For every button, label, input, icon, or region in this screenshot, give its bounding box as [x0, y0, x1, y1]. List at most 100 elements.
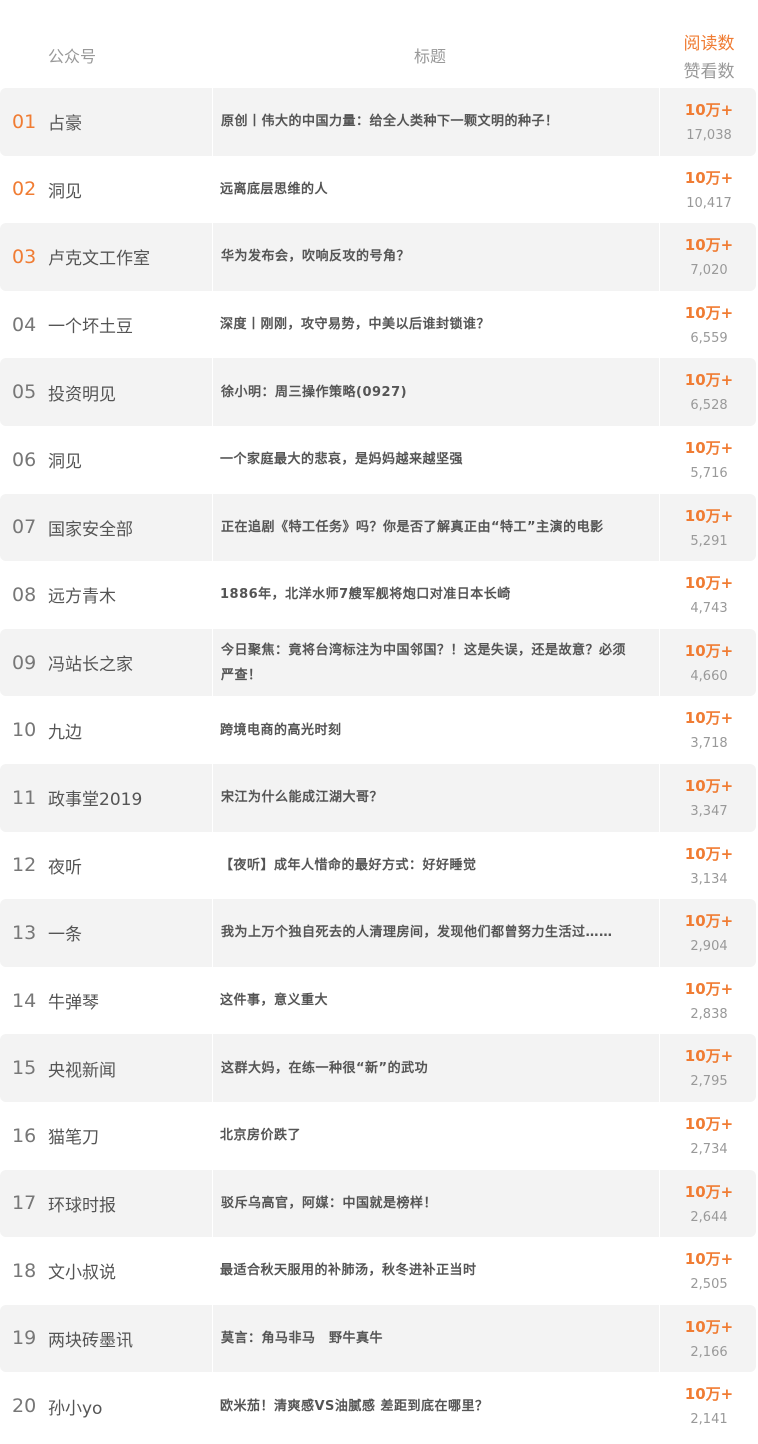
column-header-reads[interactable]: 阅读数: [670, 29, 748, 54]
title-cell: 最适合秋天服用的补肺汤，秋冬进补正当时: [212, 1237, 660, 1305]
read-count: 10万+: [684, 1047, 734, 1066]
account-name[interactable]: 两块砖墨讯: [48, 1305, 133, 1373]
rank-number: 06: [12, 448, 37, 471]
article-title[interactable]: 原创丨伟大的中国力量：给全人类种下一颗文明的种子！: [221, 109, 559, 134]
account-name[interactable]: 投资明见: [48, 358, 116, 426]
rank-number: 17: [12, 1192, 37, 1215]
article-title[interactable]: 华为发布会，吹响反攻的号角？: [221, 244, 410, 269]
account-name[interactable]: 一条: [48, 899, 82, 967]
account-name[interactable]: 央视新闻: [48, 1034, 116, 1102]
like-count: 4,660: [690, 668, 728, 684]
rank-number: 08: [12, 583, 37, 606]
article-title[interactable]: 正在追剧《特工任务》吗？你是否了解真正由“特工”主演的电影: [221, 515, 604, 540]
article-title[interactable]: 跨境电商的高光时刻: [220, 718, 342, 743]
account-name[interactable]: 远方青木: [48, 561, 116, 629]
article-title[interactable]: 远离底层思维的人: [220, 177, 328, 202]
table-row[interactable]: 16 猫笔刀 北京房价跌了 10万+ 2,734: [0, 1102, 758, 1170]
rank-number: 13: [12, 921, 37, 944]
like-count: 2,795: [690, 1074, 728, 1090]
article-title[interactable]: 驳斥乌高官，阿媒：中国就是榜样！: [221, 1191, 437, 1216]
table-row[interactable]: 02 洞见 远离底层思维的人 10万+ 10,417: [0, 156, 758, 224]
account-name[interactable]: 孙小yo: [48, 1372, 102, 1440]
table-row[interactable]: 11 政事堂2019 宋江为什么能成江湖大哥？ 10万+ 3,347: [0, 763, 756, 832]
like-count: 6,528: [690, 398, 728, 414]
table-row[interactable]: 07 国家安全部 正在追剧《特工任务》吗？你是否了解真正由“特工”主演的电影 10万+…: [0, 493, 756, 562]
title-cell: 原创丨伟大的中国力量：给全人类种下一颗文明的种子！: [212, 88, 660, 156]
article-title[interactable]: 深度丨刚刚，攻守易势，中美以后谁封锁谁？: [220, 312, 490, 337]
like-count: 2,141: [690, 1412, 728, 1428]
read-count: 10万+: [684, 1250, 734, 1269]
like-count: 3,134: [690, 871, 728, 887]
rank-number: 20: [12, 1395, 37, 1418]
account-name[interactable]: 冯站长之家: [48, 629, 133, 697]
table-row[interactable]: 17 环球时报 驳斥乌高官，阿媒：中国就是榜样！ 10万+ 2,644: [0, 1169, 756, 1238]
account-name[interactable]: 环球时报: [48, 1170, 116, 1238]
read-count: 10万+: [684, 1182, 734, 1201]
article-title[interactable]: 莫言：角马非马 野牛真牛: [221, 1326, 383, 1351]
title-cell: 【夜听】成年人惜命的最好方式：好好睡觉: [212, 832, 660, 900]
table-row[interactable]: 09 冯站长之家 今日聚焦：竟将台湾标注为中国邻国？！这是失误，还是故意？必须严查！…: [0, 628, 756, 697]
rank-number: 07: [12, 516, 37, 539]
rank-number: 12: [12, 854, 37, 877]
table-row[interactable]: 14 牛弹琴 这件事，意义重大 10万+ 2,838: [0, 967, 758, 1035]
account-name[interactable]: 牛弹琴: [48, 967, 99, 1035]
title-cell: 徐小明：周三操作策略(0927): [212, 358, 660, 426]
table-row[interactable]: 05 投资明见 徐小明：周三操作策略(0927) 10万+ 6,528: [0, 358, 756, 426]
like-count: 2,838: [690, 1006, 728, 1022]
article-title[interactable]: 我为上万个独自死去的人清理房间，发现他们都曾努力生活过……: [221, 920, 613, 945]
article-title[interactable]: 这群大妈，在练一种很“新”的武功: [221, 1056, 428, 1081]
column-header-account: 公众号: [48, 47, 97, 66]
article-title[interactable]: 1886年，北洋水师7艘军舰将炮口对准日本长崎: [220, 582, 511, 607]
rank-number: 10: [12, 719, 37, 742]
account-name[interactable]: 洞见: [48, 426, 82, 494]
table-row[interactable]: 13 一条 我为上万个独自死去的人清理房间，发现他们都曾努力生活过…… 10万+ 2,9…: [0, 899, 756, 967]
article-title[interactable]: 北京房价跌了: [220, 1123, 301, 1148]
table-row[interactable]: 08 远方青木 1886年，北洋水师7艘军舰将炮口对准日本长崎 10万+ 4,743: [0, 561, 758, 629]
account-name[interactable]: 国家安全部: [48, 494, 133, 562]
title-cell: 这件事，意义重大: [212, 967, 660, 1035]
table-row[interactable]: 01 占豪 原创丨伟大的中国力量：给全人类种下一颗文明的种子！ 10万+ 17,038: [0, 88, 756, 156]
table-row[interactable]: 04 一个坏土豆 深度丨刚刚，攻守易势，中美以后谁封锁谁？ 10万+ 6,559: [0, 291, 758, 359]
account-name[interactable]: 九边: [48, 696, 82, 764]
column-header-likes[interactable]: 赞看数: [670, 57, 748, 82]
account-name[interactable]: 卢克文工作室: [48, 223, 150, 291]
title-cell: 驳斥乌高官，阿媒：中国就是榜样！: [212, 1169, 660, 1238]
account-name[interactable]: 政事堂2019: [48, 764, 142, 832]
article-title[interactable]: 【夜听】成年人惜命的最好方式：好好睡觉: [220, 853, 477, 878]
title-cell: 欧米茄！清爽感VS油腻感 差距到底在哪里？: [212, 1372, 660, 1440]
read-count: 10万+: [684, 709, 734, 728]
table-row[interactable]: 19 两块砖墨讯 莫言：角马非马 野牛真牛 10万+ 2,166: [0, 1304, 756, 1373]
rank-number: 09: [12, 651, 37, 674]
rank-number: 15: [12, 1057, 37, 1080]
account-name[interactable]: 一个坏土豆: [48, 291, 133, 359]
article-title[interactable]: 一个家庭最大的悲哀，是妈妈越来越坚强: [220, 447, 463, 472]
article-title[interactable]: 最适合秋天服用的补肺汤，秋冬进补正当时: [220, 1258, 477, 1283]
table-row[interactable]: 15 央视新闻 这群大妈，在练一种很“新”的武功 10万+ 2,795: [0, 1034, 756, 1102]
like-count: 5,291: [690, 533, 728, 549]
article-title[interactable]: 今日聚焦：竟将台湾标注为中国邻国？！这是失误，还是故意？必须严查！: [221, 638, 639, 688]
account-name[interactable]: 猫笔刀: [48, 1102, 99, 1170]
article-title[interactable]: 徐小明：周三操作策略(0927): [221, 380, 407, 405]
like-count: 2,904: [690, 939, 728, 955]
article-title[interactable]: 这件事，意义重大: [220, 988, 328, 1013]
account-name[interactable]: 洞见: [48, 156, 82, 224]
table-row[interactable]: 06 洞见 一个家庭最大的悲哀，是妈妈越来越坚强 10万+ 5,716: [0, 426, 758, 494]
ranking-list: 01 占豪 原创丨伟大的中国力量：给全人类种下一颗文明的种子！ 10万+ 17,038 0…: [0, 88, 758, 1440]
account-name[interactable]: 占豪: [48, 88, 82, 156]
column-header-title: 标题: [414, 47, 447, 66]
read-count: 10万+: [684, 303, 734, 322]
read-count: 10万+: [684, 1385, 734, 1404]
like-count: 2,505: [690, 1277, 728, 1293]
article-title[interactable]: 欧米茄！清爽感VS油腻感 差距到底在哪里？: [220, 1394, 488, 1419]
like-count: 17,038: [686, 128, 732, 143]
table-row[interactable]: 10 九边 跨境电商的高光时刻 10万+ 3,718: [0, 696, 758, 764]
table-row[interactable]: 20 孙小yo 欧米茄！清爽感VS油腻感 差距到底在哪里？ 10万+ 2,141: [0, 1372, 758, 1440]
account-name[interactable]: 文小叔说: [48, 1237, 116, 1305]
read-count: 10万+: [684, 1114, 734, 1133]
article-title[interactable]: 宋江为什么能成江湖大哥？: [221, 785, 383, 810]
account-name[interactable]: 夜听: [48, 832, 82, 900]
table-row[interactable]: 18 文小叔说 最适合秋天服用的补肺汤，秋冬进补正当时 10万+ 2,505: [0, 1237, 758, 1305]
table-row[interactable]: 03 卢克文工作室 华为发布会，吹响反攻的号角？ 10万+ 7,020: [0, 223, 756, 291]
rank-number: 02: [12, 178, 37, 201]
table-row[interactable]: 12 夜听 【夜听】成年人惜命的最好方式：好好睡觉 10万+ 3,134: [0, 832, 758, 900]
